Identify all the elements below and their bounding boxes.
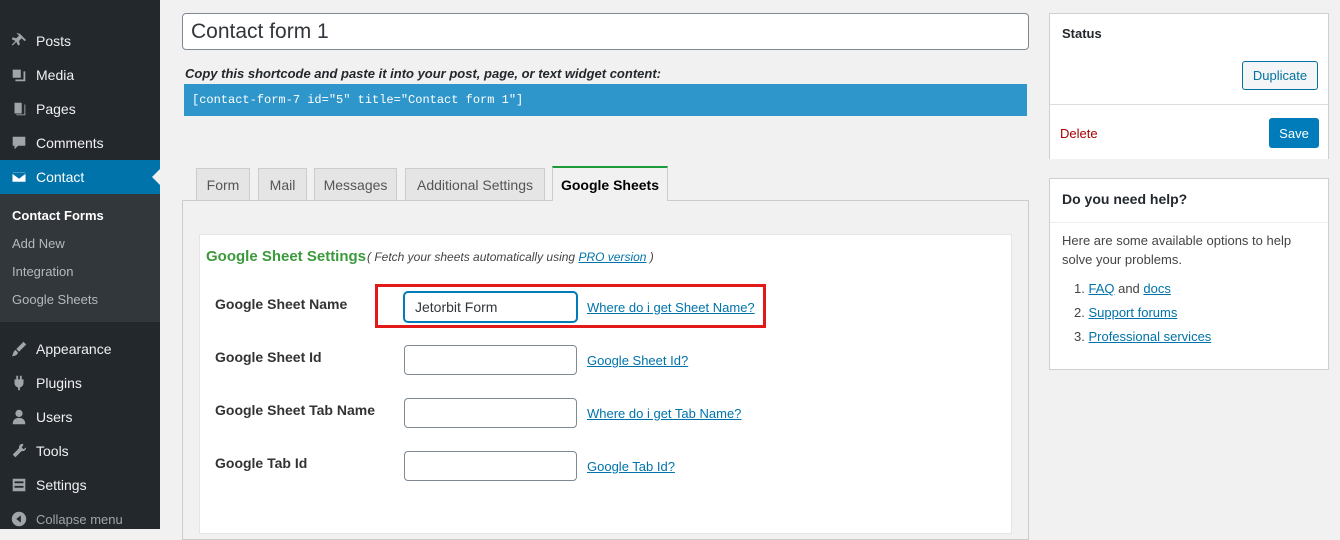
and-text: and [1114,281,1144,296]
help-list-item: 1. FAQ and docs [1074,281,1171,296]
submenu-integration[interactable]: Integration [12,264,73,279]
sidebar-item-label: Settings [36,477,87,493]
subtitle-text-end: ) [646,250,654,264]
help-divider [1050,222,1328,223]
sheet-id-help-link[interactable]: Google Sheet Id? [587,353,688,368]
wrench-icon [0,434,36,468]
sidebar-item-comments[interactable]: Comments [0,126,160,160]
tab-name-help-link[interactable]: Where do i get Tab Name? [587,406,741,421]
tab-id-input[interactable] [404,451,577,481]
sidebar-item-label: Media [36,67,75,83]
tab-messages[interactable]: Messages [314,168,397,200]
shortcode-field[interactable]: [contact-form-7 id="5" title="Contact fo… [184,84,1027,116]
plugin-icon [0,366,36,400]
mail-icon [0,160,36,194]
faq-link[interactable]: FAQ [1088,281,1114,296]
help-list-item: 2. Support forums [1074,305,1177,320]
form-title-value: Contact form 1 [191,19,329,43]
admin-sidebar: Posts Media Pages Comments Contact Conta… [0,0,160,529]
sheet-name-label: Google Sheet Name [215,296,348,312]
tab-form[interactable]: Form [196,168,250,200]
shortcode-instructions: Copy this shortcode and paste it into yo… [185,66,661,81]
list-number: 2. [1074,305,1085,320]
status-title: Status [1062,26,1102,41]
sidebar-item-settings[interactable]: Settings [0,468,160,502]
sidebar-item-label: Tools [36,443,69,459]
sidebar-item-contact[interactable]: Contact [0,160,160,194]
sidebar-item-tools[interactable]: Tools [0,434,160,468]
list-number: 3. [1074,329,1085,344]
brush-icon [0,332,36,366]
tab-additional-settings[interactable]: Additional Settings [405,168,545,200]
help-box: Do you need help? Here are some availabl… [1049,178,1329,370]
sidebar-item-label: Pages [36,101,76,117]
shortcode-value: [contact-form-7 id="5" title="Contact fo… [192,93,524,107]
save-button[interactable]: Save [1269,118,1319,148]
help-list-item: 3. Professional services [1074,329,1211,344]
tab-name-input[interactable] [404,398,577,428]
sheet-name-input[interactable] [404,292,577,322]
professional-services-link[interactable]: Professional services [1088,329,1211,344]
list-number: 1. [1074,281,1085,296]
collapse-menu-label: Collapse menu [36,511,123,527]
tab-id-label: Google Tab Id [215,455,308,471]
docs-link[interactable]: docs [1143,281,1170,296]
google-sheet-settings-box [199,234,1012,534]
sheet-name-help-link[interactable]: Where do i get Sheet Name? [587,300,755,315]
settings-subtitle: ( Fetch your sheets automatically using … [367,250,654,264]
tab-mail[interactable]: Mail [258,168,307,200]
delete-link[interactable]: Delete [1060,126,1098,141]
sidebar-item-label: Appearance [36,341,112,357]
sheet-id-label: Google Sheet Id [215,349,322,365]
duplicate-button[interactable]: Duplicate [1242,61,1318,90]
sidebar-item-appearance[interactable]: Appearance [0,332,160,366]
tab-id-help-link[interactable]: Google Tab Id? [587,459,675,474]
sidebar-item-media[interactable]: Media [0,58,160,92]
sidebar-item-posts[interactable]: Posts [0,24,160,58]
media-icon [0,58,36,92]
form-title-input[interactable]: Contact form 1 [182,13,1029,50]
sidebar-item-label: Plugins [36,375,82,391]
status-actions: Delete Save [1050,104,1328,159]
submenu-add-new[interactable]: Add New [12,236,65,251]
submenu-google-sheets[interactable]: Google Sheets [12,292,98,307]
help-description: Here are some available options to help … [1062,233,1292,267]
comment-icon [0,126,36,160]
support-forums-link[interactable]: Support forums [1088,305,1177,320]
sidebar-item-label: Users [36,409,73,425]
tab-google-sheets[interactable]: Google Sheets [552,166,668,201]
pin-icon [0,24,36,58]
status-box: Status Duplicate Delete Save [1049,13,1329,159]
sidebar-item-pages[interactable]: Pages [0,92,160,126]
collapse-icon [0,502,36,536]
sheet-id-input[interactable] [404,345,577,375]
user-icon [0,400,36,434]
submenu-contact-forms[interactable]: Contact Forms [12,208,104,223]
collapse-menu-button[interactable]: Collapse menu [0,502,160,536]
help-title: Do you need help? [1062,191,1188,207]
sidebar-item-plugins[interactable]: Plugins [0,366,160,400]
subtitle-text: ( Fetch your sheets automatically using [367,250,579,264]
pages-icon [0,92,36,126]
contact-submenu: Contact Forms Add New Integration Google… [0,194,160,322]
pro-version-link[interactable]: PRO version [578,250,646,264]
settings-icon [0,468,36,502]
sidebar-item-label: Posts [36,33,72,49]
tab-name-label: Google Sheet Tab Name [215,402,375,418]
sidebar-item-users[interactable]: Users [0,400,160,434]
sidebar-item-label: Contact [36,169,85,185]
sidebar-item-label: Comments [36,135,104,151]
settings-title: Google Sheet Settings [206,248,367,265]
